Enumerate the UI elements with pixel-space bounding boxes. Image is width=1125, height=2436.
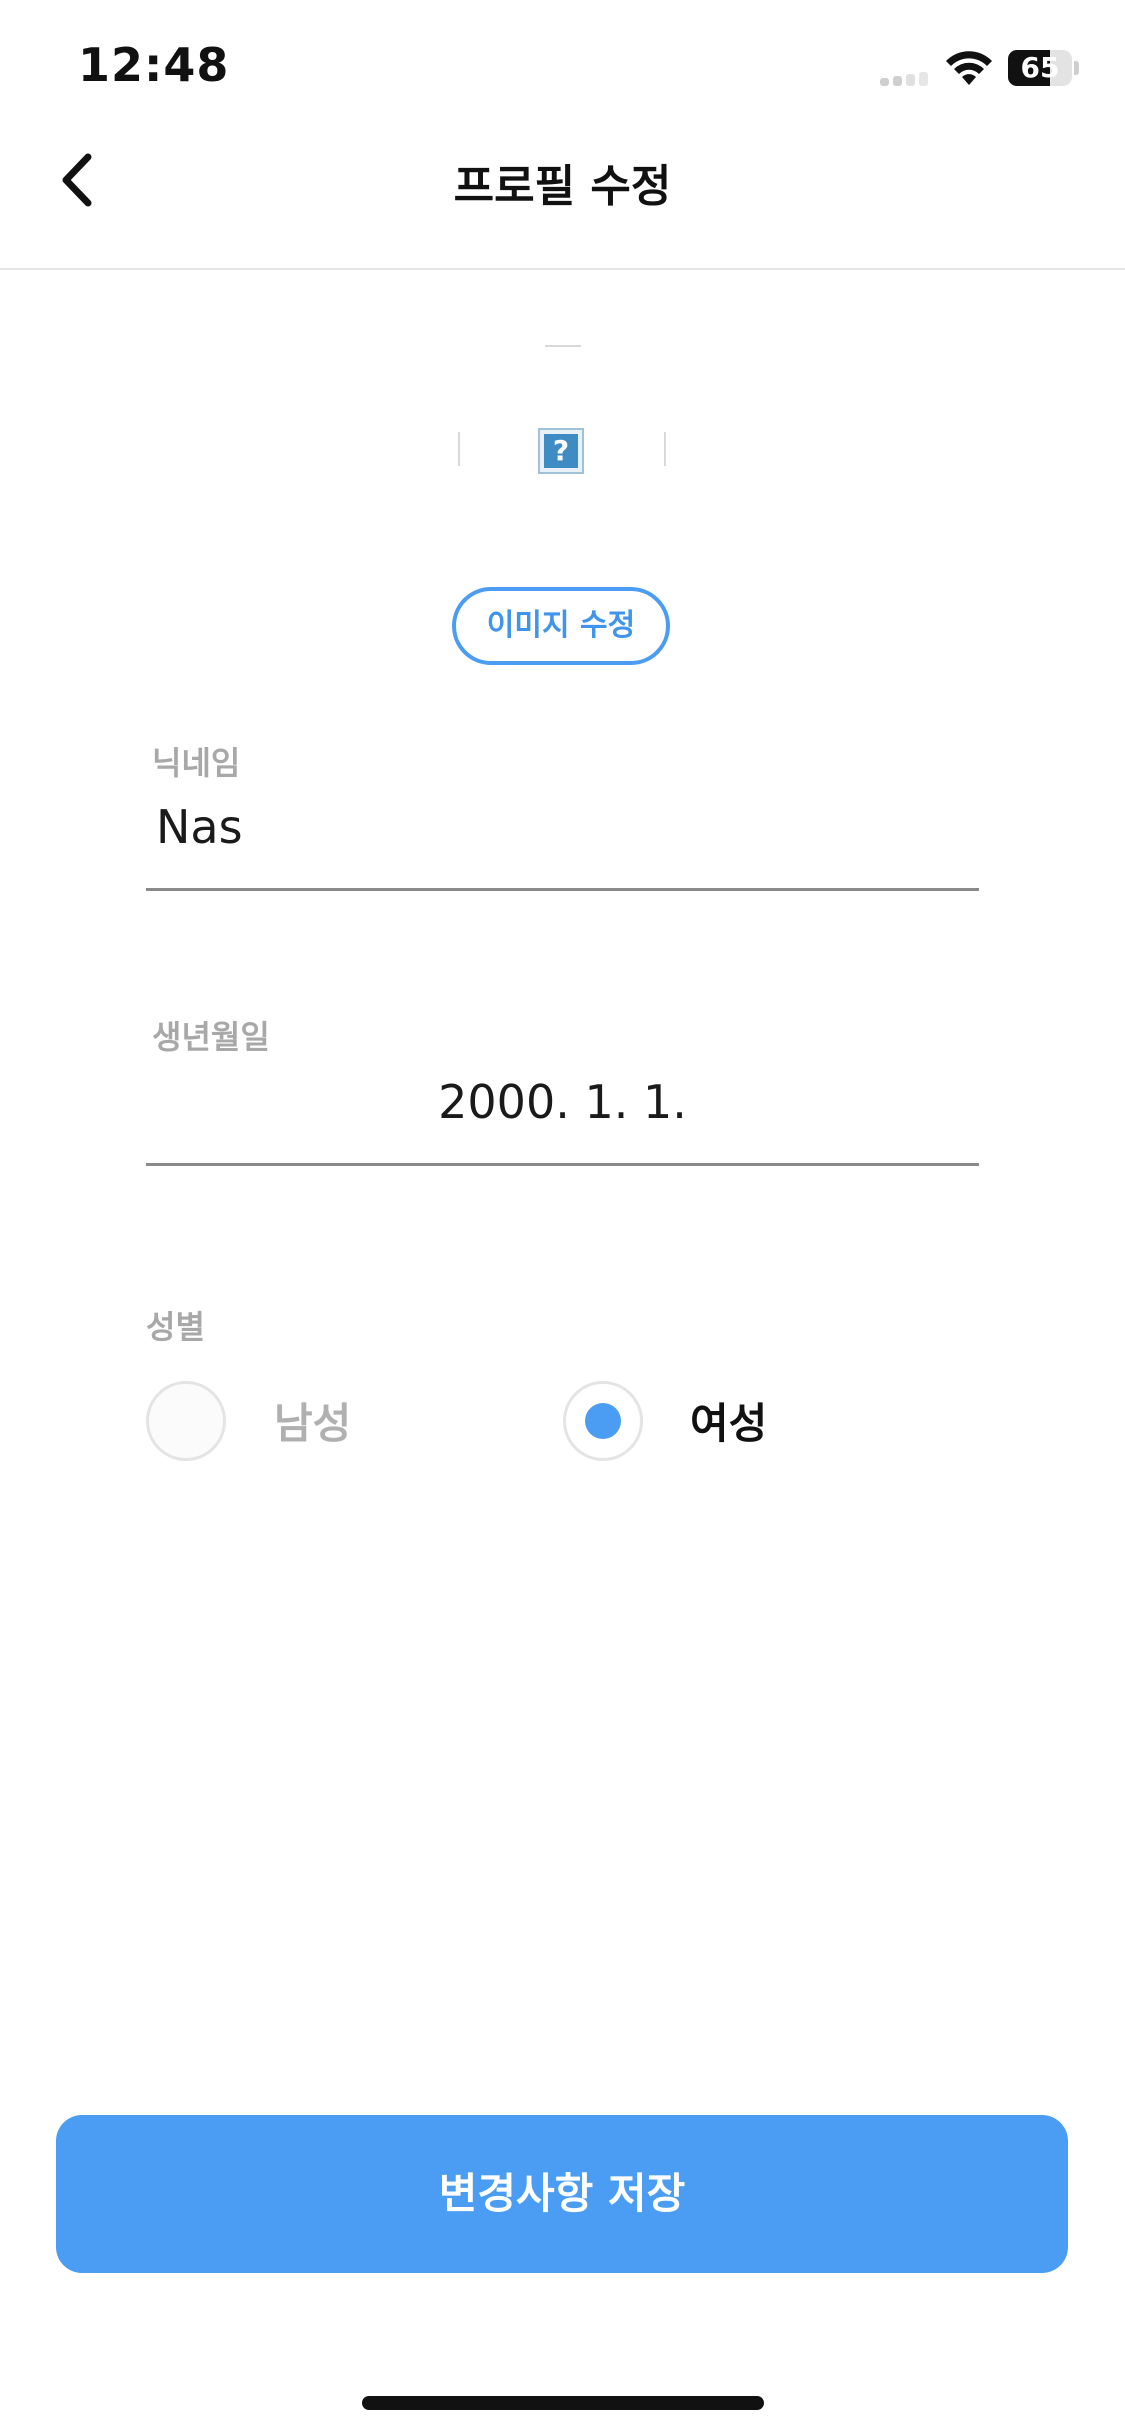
- broken-image-icon: ?: [538, 428, 584, 474]
- nickname-underline: [146, 888, 979, 891]
- broken-image-glyph: ?: [544, 434, 578, 468]
- battery-icon: 65: [1008, 50, 1079, 86]
- avatar-edge-right: [664, 432, 666, 466]
- gender-radio-male[interactable]: [146, 1381, 226, 1461]
- page-title: 프로필 수정: [453, 161, 672, 212]
- birthdate-underline: [146, 1163, 979, 1166]
- header-divider: [0, 268, 1125, 270]
- birthdate-picker[interactable]: 2000. 1. 1.: [146, 1075, 979, 1129]
- status-time: 12:48: [78, 38, 230, 92]
- battery-level: 65: [1020, 51, 1060, 84]
- wifi-icon: [944, 50, 994, 88]
- nickname-input[interactable]: Nas: [156, 800, 243, 854]
- avatar-edge-top: [545, 345, 581, 347]
- edit-image-button[interactable]: 이미지 수정: [452, 587, 670, 665]
- home-indicator: [362, 2396, 764, 2410]
- gender-radio-female[interactable]: [563, 1381, 643, 1461]
- avatar-edge-left: [458, 432, 460, 466]
- save-changes-button[interactable]: 변경사항 저장: [56, 2115, 1068, 2273]
- birthdate-label: 생년월일: [152, 1018, 270, 1056]
- signal-icon: [880, 72, 932, 86]
- gender-option-male-label[interactable]: 남성: [274, 1390, 351, 1451]
- radio-selected-dot: [585, 1403, 621, 1439]
- gender-option-female-label[interactable]: 여성: [690, 1390, 767, 1451]
- nickname-label: 닉네임: [152, 744, 241, 782]
- gender-label: 성별: [146, 1308, 205, 1346]
